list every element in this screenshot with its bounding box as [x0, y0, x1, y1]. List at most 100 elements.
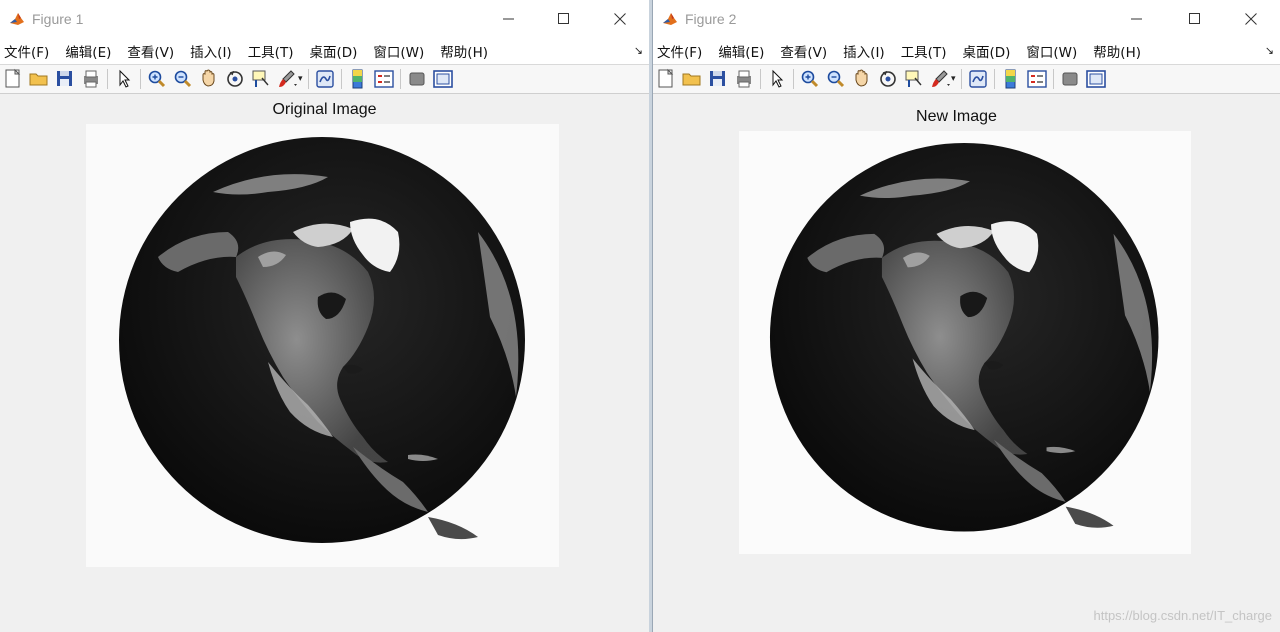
rotate-3d-icon: [880, 70, 896, 87]
hide-plot-tools-button[interactable]: [406, 68, 428, 90]
brush-dropdown-arrow-icon[interactable]: ▾: [951, 74, 956, 84]
close-button[interactable]: [1227, 0, 1275, 38]
print-button[interactable]: [733, 68, 755, 90]
zoom-out-button[interactable]: [825, 68, 847, 90]
menu-bar: 文件(F) 编辑(E) 查看(V) 插入(I) 工具(T) 桌面(D) 窗口(W…: [0, 38, 649, 64]
toolbar-separator: [307, 69, 309, 89]
menu-tools[interactable]: 工具(T): [248, 41, 294, 61]
close-icon: [614, 13, 626, 25]
close-button[interactable]: [596, 0, 644, 38]
image-axes[interactable]: [86, 124, 559, 567]
data-cursor-button[interactable]: [903, 68, 925, 90]
new-figure-button[interactable]: [655, 68, 677, 90]
legend-icon: [373, 70, 394, 88]
menu-window[interactable]: 窗口(W): [373, 41, 424, 61]
hide-plot-tools-button[interactable]: [1059, 68, 1081, 90]
toolbar-separator: [960, 69, 962, 89]
pan-hand-icon: [855, 69, 868, 87]
toolbar-separator: [399, 69, 401, 89]
open-file-icon: [29, 73, 48, 86]
colorbar-icon: [1005, 69, 1016, 89]
rotate-3d-button[interactable]: [224, 68, 246, 90]
zoom-out-button[interactable]: [172, 68, 194, 90]
menu-view[interactable]: 查看(V): [127, 41, 174, 61]
menu-help[interactable]: 帮助(H): [1093, 41, 1141, 61]
print-icon: [84, 70, 98, 88]
minimize-button[interactable]: [1113, 0, 1161, 38]
zoom-in-icon: [148, 70, 166, 88]
window-title: Figure 1: [32, 11, 84, 27]
legend-button[interactable]: [1026, 68, 1048, 90]
maximize-icon: [558, 13, 569, 24]
colorbar-button[interactable]: [347, 68, 369, 90]
legend-icon: [1026, 70, 1047, 88]
watermark-text: https://blog.csdn.net/IT_charge: [1093, 608, 1273, 623]
print-icon: [737, 70, 751, 88]
menu-help[interactable]: 帮助(H): [440, 41, 488, 61]
menu-file[interactable]: 文件(F): [657, 41, 702, 61]
menu-insert[interactable]: 插入(I): [843, 41, 885, 61]
earth-globe-image: [119, 137, 525, 543]
toolbar-separator: [340, 69, 342, 89]
select-pointer-icon: [119, 69, 131, 88]
title-bar[interactable]: Figure 2: [653, 0, 1280, 38]
menu-view[interactable]: 查看(V): [780, 41, 827, 61]
rotate-3d-button[interactable]: [877, 68, 899, 90]
data-cursor-icon: [905, 70, 922, 87]
save-button[interactable]: [707, 68, 729, 90]
brush-icon: [932, 70, 950, 87]
dock-arrow-icon[interactable]: ↘: [1265, 44, 1274, 57]
dock-arrow-icon[interactable]: ↘: [634, 44, 643, 57]
earth-globe-image: [769, 143, 1159, 532]
pan-hand-button[interactable]: [851, 68, 873, 90]
menu-edit[interactable]: 编辑(E): [65, 41, 111, 61]
minimize-button[interactable]: [485, 0, 533, 38]
link-plot-button[interactable]: [967, 68, 989, 90]
link-plot-icon: [315, 70, 334, 88]
menu-file[interactable]: 文件(F): [4, 41, 49, 61]
show-plot-tools-icon: [432, 70, 453, 88]
legend-button[interactable]: [373, 68, 395, 90]
menu-window[interactable]: 窗口(W): [1026, 41, 1077, 61]
menu-desktop[interactable]: 桌面(D): [962, 41, 1010, 61]
zoom-out-icon: [174, 70, 192, 88]
title-bar[interactable]: Figure 1: [0, 0, 649, 38]
figure-toolbar: ▾: [0, 64, 649, 94]
data-cursor-icon: [252, 70, 269, 87]
hide-plot-tools-icon: [409, 72, 425, 86]
new-figure-icon: [658, 68, 674, 88]
open-file-button[interactable]: [28, 68, 50, 90]
menu-insert[interactable]: 插入(I): [190, 41, 232, 61]
open-file-button[interactable]: [681, 68, 703, 90]
data-cursor-button[interactable]: [250, 68, 272, 90]
brush-button[interactable]: [929, 68, 951, 90]
hide-plot-tools-icon: [1062, 72, 1078, 86]
maximize-button[interactable]: [1171, 0, 1219, 38]
toolbar-separator: [140, 69, 141, 89]
show-plot-tools-button[interactable]: [1085, 68, 1107, 90]
link-plot-button[interactable]: [314, 68, 336, 90]
maximize-icon: [1189, 13, 1200, 24]
zoom-in-button[interactable]: [799, 68, 821, 90]
brush-button[interactable]: [276, 68, 298, 90]
pan-hand-button[interactable]: [198, 68, 220, 90]
maximize-button[interactable]: [540, 0, 588, 38]
select-pointer-button[interactable]: [113, 68, 135, 90]
print-button[interactable]: [80, 68, 102, 90]
save-button[interactable]: [54, 68, 76, 90]
select-pointer-button[interactable]: [766, 68, 788, 90]
menu-edit[interactable]: 编辑(E): [718, 41, 764, 61]
link-plot-icon: [968, 70, 987, 88]
show-plot-tools-button[interactable]: [432, 68, 454, 90]
toolbar-separator: [107, 69, 108, 89]
menu-desktop[interactable]: 桌面(D): [309, 41, 357, 61]
brush-dropdown-arrow-icon[interactable]: ▾: [298, 74, 303, 84]
colorbar-button[interactable]: [1000, 68, 1022, 90]
show-plot-tools-icon: [1085, 70, 1106, 88]
menu-tools[interactable]: 工具(T): [901, 41, 947, 61]
plot-title: Original Image: [272, 101, 377, 118]
figure-toolbar: ▾: [653, 64, 1280, 94]
new-figure-button[interactable]: [2, 68, 24, 90]
image-axes[interactable]: [739, 131, 1191, 554]
zoom-in-button[interactable]: [146, 68, 168, 90]
